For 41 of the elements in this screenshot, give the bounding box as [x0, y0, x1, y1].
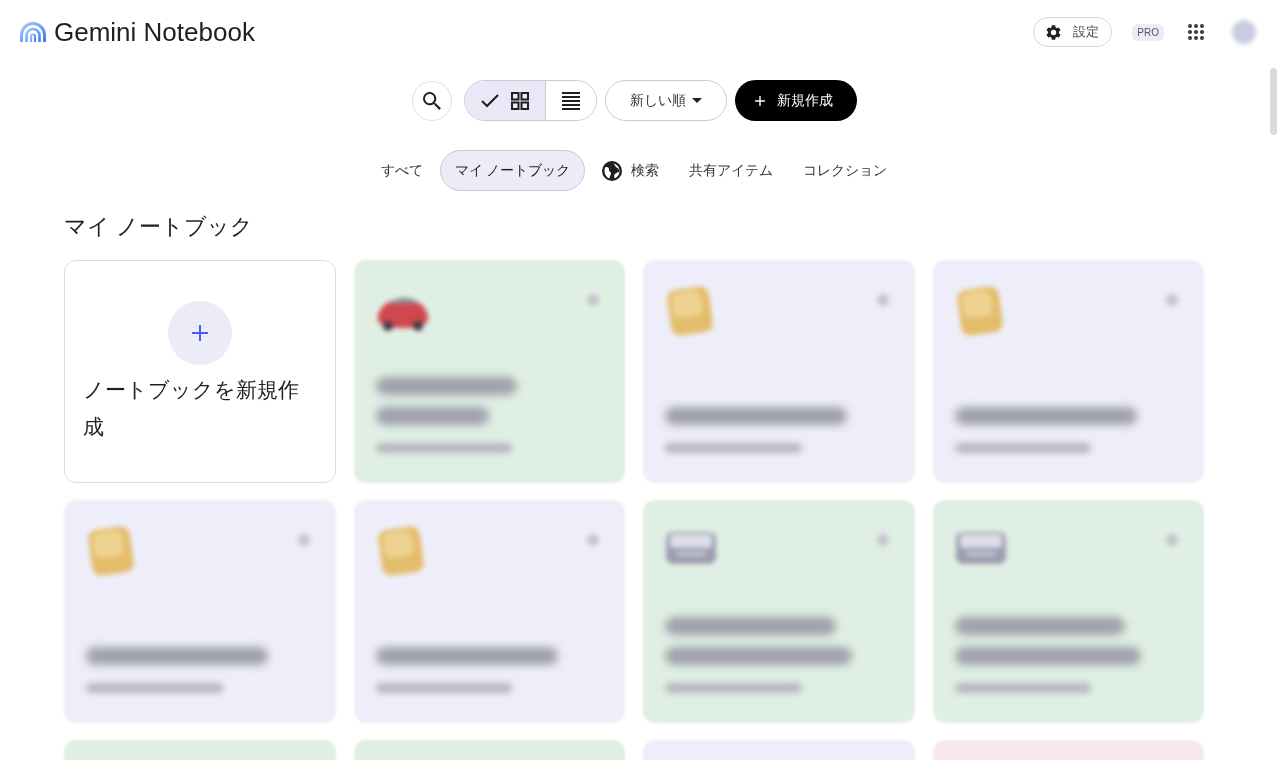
more-options-icon[interactable]	[876, 294, 889, 306]
plan-badge: PRO	[1132, 23, 1164, 41]
list-view-button[interactable]	[544, 81, 596, 120]
note-icon	[85, 523, 137, 579]
notebook-card[interactable]	[643, 500, 915, 723]
more-options-icon[interactable]	[587, 294, 599, 306]
grid-view-icon	[510, 91, 529, 110]
more-options-icon[interactable]	[876, 534, 889, 546]
grid-view-button[interactable]	[464, 81, 545, 120]
app-title: Gemini Notebook	[54, 19, 255, 45]
filter-tab[interactable]: マイ ノートブック	[439, 150, 586, 191]
plus-icon	[167, 301, 232, 365]
avatar-icon[interactable]	[1232, 20, 1256, 44]
notebook-card[interactable]	[932, 500, 1204, 723]
more-options-icon[interactable]	[1166, 534, 1178, 546]
more-options-icon[interactable]	[297, 534, 310, 546]
create-notebook-card[interactable]: ノートブックを新規作成	[64, 260, 336, 483]
logo-icon	[20, 22, 46, 42]
more-options-icon[interactable]	[587, 534, 599, 546]
notebook-card[interactable]	[643, 260, 915, 483]
globe-icon	[602, 160, 623, 181]
list-view-icon	[561, 91, 580, 110]
more-options-icon[interactable]	[1166, 294, 1178, 306]
new-notebook-button[interactable]: 新規作成	[734, 80, 857, 121]
section-heading: マイ ノートブック	[64, 213, 255, 241]
filter-tab[interactable]: 検索	[589, 150, 673, 191]
filter-tab[interactable]: コレクション	[790, 150, 901, 191]
plus-icon	[754, 95, 765, 106]
search-icon	[422, 91, 441, 110]
check-icon	[480, 93, 499, 108]
notebook-card[interactable]	[64, 500, 336, 723]
scrollbar-thumb[interactable]	[1270, 68, 1277, 135]
notebook-card[interactable]	[932, 260, 1204, 483]
filter-tab[interactable]: すべて	[367, 150, 436, 191]
caret-icon	[691, 98, 702, 103]
settings-icon	[1046, 24, 1062, 40]
notebook-card[interactable]	[353, 500, 625, 723]
filter-tab[interactable]: 共有アイテム	[676, 150, 787, 191]
note-icon	[664, 283, 716, 339]
notebook-card[interactable]	[353, 260, 625, 483]
apps-grid-icon[interactable]	[1188, 24, 1204, 40]
